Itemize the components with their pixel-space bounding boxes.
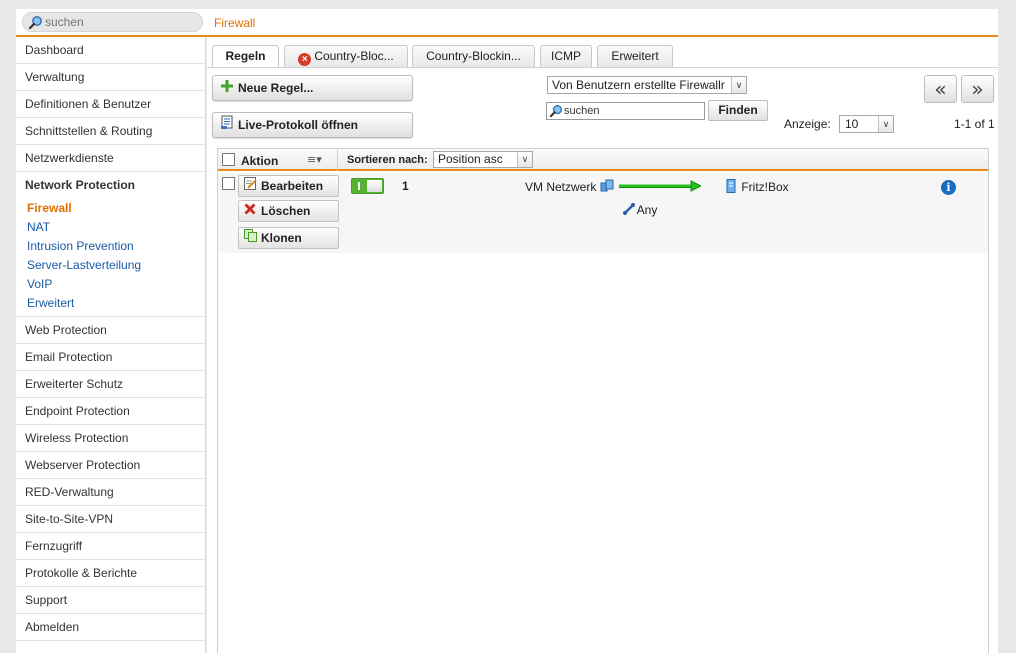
direction-arrow-icon	[619, 180, 703, 195]
rule-search-field[interactable]	[546, 102, 705, 120]
new-rule-button[interactable]: Neue Regel...	[212, 75, 413, 101]
tab-2[interactable]: × Country-Bloc...	[284, 45, 408, 67]
search-icon	[549, 104, 563, 121]
edit-icon	[243, 176, 257, 196]
host-icon	[726, 179, 738, 193]
find-button[interactable]: Finden	[708, 100, 768, 121]
sidebar-item-wireless-protection[interactable]: Wireless Protection	[16, 425, 205, 452]
sidebar-item-schnittstellen-routing[interactable]: Schnittstellen & Routing	[16, 118, 205, 145]
tab-3[interactable]: Country-Blockin...	[412, 45, 535, 67]
delete-button[interactable]: Löschen	[238, 200, 339, 222]
info-icon[interactable]: i	[941, 180, 956, 195]
column-menu-icon[interactable]: ≡▾	[307, 153, 322, 166]
display-count-select[interactable]: 10 ∨	[839, 115, 894, 133]
sidebar-item-definitionen-benutzer[interactable]: Definitionen & Benutzer	[16, 91, 205, 118]
rule-filter-select[interactable]: Von Benutzern erstellte Firewallr ∨	[547, 76, 747, 94]
chevron-down-icon: ∨	[517, 152, 532, 167]
sidebar-item-abmelden[interactable]: Abmelden	[16, 614, 205, 641]
rule-search-input[interactable]	[564, 104, 702, 118]
global-search-input[interactable]	[45, 14, 195, 30]
top-bar: Firewall	[16, 9, 998, 37]
rule-service[interactable]: Any	[622, 202, 657, 217]
display-count-label: Anzeige:	[784, 117, 831, 131]
page-title: Firewall	[214, 16, 256, 30]
sidebar-item-endpoint-protection[interactable]: Endpoint Protection	[16, 398, 205, 425]
chevron-down-icon: ∨	[878, 116, 893, 132]
plus-icon	[220, 76, 234, 100]
clone-icon	[243, 228, 257, 248]
sidebar-item-dashboard[interactable]: Dashboard	[16, 37, 205, 64]
chevron-down-icon: ∨	[731, 77, 746, 93]
table-row: Bearbeiten Löschen Klonen 1 VM Netzwerk	[218, 173, 988, 253]
network-group-icon	[600, 179, 614, 192]
sidebar-item-protokolle-berichte[interactable]: Protokolle & Berichte	[16, 560, 205, 587]
tab-1[interactable]: Regeln	[212, 45, 279, 68]
sidebar-item-webserver-protection[interactable]: Webserver Protection	[16, 452, 205, 479]
error-icon: ×	[298, 53, 312, 66]
sort-value: Position asc	[438, 152, 503, 166]
rule-enabled-toggle[interactable]	[351, 178, 384, 194]
sidebar-item-web-protection[interactable]: Web Protection	[16, 317, 205, 344]
rule-filter-value: Von Benutzern erstellte Firewallr	[552, 78, 725, 92]
service-any-icon	[622, 202, 635, 215]
sidebar-item-red-verwaltung[interactable]: RED-Verwaltung	[16, 479, 205, 506]
pager-prev-button[interactable]: «	[924, 75, 957, 103]
tab-label: Regeln	[225, 49, 266, 63]
sort-label: Sortieren nach:	[347, 154, 428, 166]
sidebar-item-erweiterter-schutz[interactable]: Erweiterter Schutz	[16, 371, 205, 398]
rule-source-label: VM Netzwerk	[525, 180, 597, 194]
main-content: Regeln × Country-Bloc... Country-Blockin...…	[207, 37, 998, 653]
sidebar-item-email-protection[interactable]: Email Protection	[16, 344, 205, 371]
sidebar-subitem-server-lastverteilung[interactable]: Server-Lastverteilung	[16, 256, 205, 275]
action-column-header: Aktion	[241, 154, 279, 168]
row-checkbox[interactable]	[222, 177, 235, 190]
live-log-button[interactable]: Live-Protokoll öffnen	[212, 112, 413, 138]
sidebar-subitem-nat[interactable]: NAT	[16, 218, 205, 237]
tab-label: ICMP	[551, 49, 581, 63]
rule-position: 1	[402, 179, 409, 193]
new-rule-label: Neue Regel...	[238, 81, 314, 95]
rule-source[interactable]: VM Netzwerk	[525, 179, 614, 194]
rule-destination-label: Fritz!Box	[741, 180, 789, 194]
search-icon	[28, 15, 43, 33]
display-count-value: 10	[845, 117, 859, 131]
clone-button[interactable]: Klonen	[238, 227, 339, 249]
clone-label: Klonen	[261, 231, 302, 245]
sidebar-item-verwaltung[interactable]: Verwaltung	[16, 64, 205, 91]
tab-divider	[207, 67, 998, 68]
sidebar: Dashboard Verwaltung Definitionen & Benutz…	[16, 37, 206, 653]
pager-next-button[interactable]: »	[961, 75, 994, 103]
sidebar-item-support[interactable]: Support	[16, 587, 205, 614]
sidebar-subitem-erweitert[interactable]: Erweitert	[16, 294, 205, 313]
sort-select[interactable]: Position asc ∨	[433, 151, 533, 168]
rule-destination[interactable]: Fritz!Box	[726, 179, 789, 194]
sidebar-item-fernzugriff[interactable]: Fernzugriff	[16, 533, 205, 560]
sidebar-subitem-voip[interactable]: VoIP	[16, 275, 205, 294]
sidebar-subitem-firewall[interactable]: Firewall	[16, 199, 205, 218]
edit-button[interactable]: Bearbeiten	[238, 175, 339, 197]
global-search[interactable]	[22, 12, 203, 32]
tab-4[interactable]: ICMP	[540, 45, 592, 67]
select-all-checkbox[interactable]	[222, 153, 235, 166]
log-icon	[220, 113, 234, 137]
tab-label: Country-Blockin...	[426, 49, 521, 63]
tab-label: Erweitert	[611, 49, 659, 63]
rules-table: Aktion ≡▾ Sortieren nach: Position asc ∨…	[217, 148, 989, 653]
tab-5[interactable]: Erweitert	[597, 45, 673, 67]
sidebar-item-netzwerkdienste[interactable]: Netzwerkdienste	[16, 145, 205, 172]
delete-icon	[243, 201, 257, 221]
edit-label: Bearbeiten	[261, 179, 324, 193]
live-log-label: Live-Protokoll öffnen	[238, 118, 358, 132]
sidebar-item-network-protection[interactable]: Network Protection	[16, 172, 205, 199]
result-range: 1-1 of 1	[954, 117, 995, 131]
table-header: Aktion ≡▾ Sortieren nach: Position asc ∨	[218, 149, 988, 171]
delete-label: Löschen	[261, 204, 311, 218]
header-divider	[337, 149, 338, 171]
sidebar-item-site-to-site-vpn[interactable]: Site-to-Site-VPN	[16, 506, 205, 533]
sidebar-subitem-intrusion-prevention[interactable]: Intrusion Prevention	[16, 237, 205, 256]
rule-service-label: Any	[636, 203, 658, 217]
tab-label: Country-Bloc...	[314, 49, 394, 63]
